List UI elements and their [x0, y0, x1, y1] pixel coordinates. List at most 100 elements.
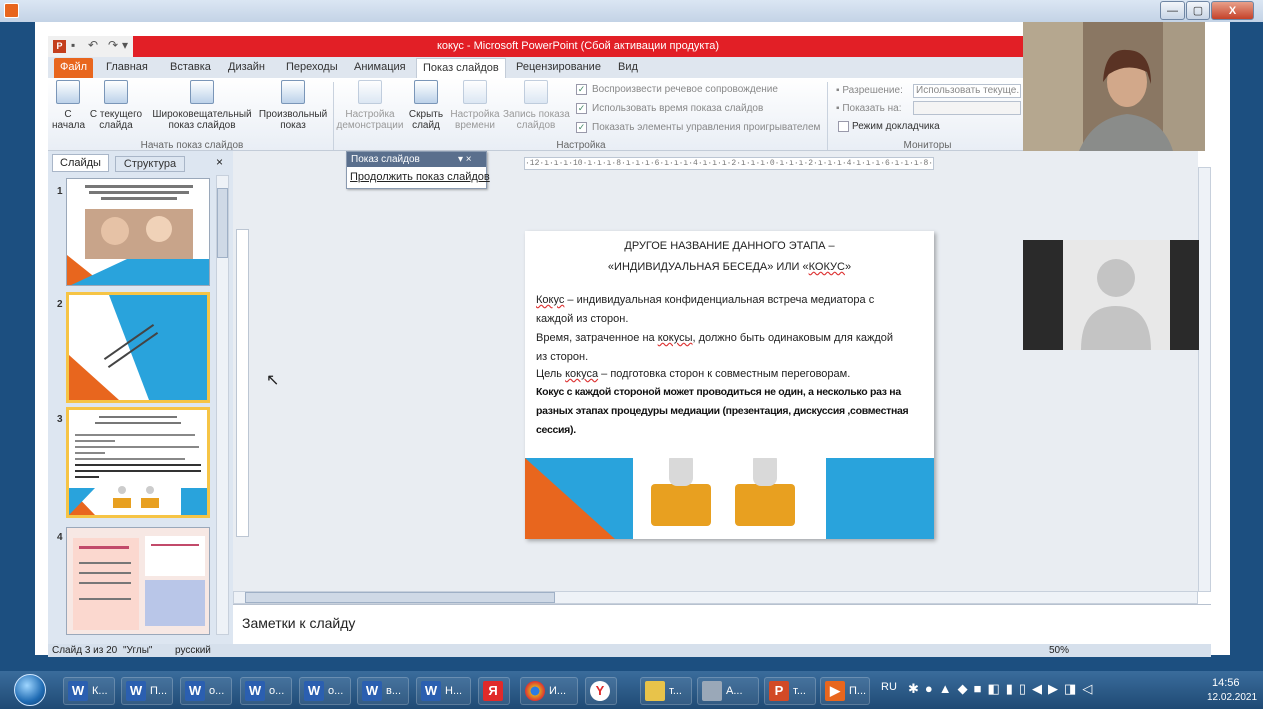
- panel-close-icon[interactable]: ×: [216, 155, 223, 169]
- tab-file[interactable]: Файл: [54, 58, 94, 78]
- tab-slides[interactable]: Слайды: [52, 154, 109, 172]
- taskbar-yandex[interactable]: Y: [585, 677, 617, 705]
- tab-slide-show[interactable]: Показ слайдов: [416, 58, 506, 78]
- tab-transitions[interactable]: Переходы: [280, 58, 344, 78]
- undo-icon[interactable]: ↶: [88, 38, 98, 52]
- redo-icon[interactable]: ↷: [108, 38, 118, 52]
- tab-outline[interactable]: Структура: [115, 156, 185, 172]
- webcam-presenter-video: [1023, 22, 1205, 151]
- input-language[interactable]: RU: [881, 681, 897, 693]
- clock-time[interactable]: 14:56: [1212, 677, 1240, 689]
- hide-slide-button[interactable]: Скрыть слайд: [406, 80, 446, 131]
- taskbar-yandex-browser[interactable]: Я: [478, 677, 510, 705]
- slide-bold-line2: разных этапах процедуры медиации (презен…: [536, 405, 909, 417]
- checkbox-checked-icon: ✓: [576, 84, 587, 95]
- taskbar-word-3[interactable]: Wо...: [180, 677, 232, 705]
- tab-home[interactable]: Главная: [100, 58, 154, 78]
- taskbar-label: Н...: [445, 685, 463, 697]
- tab-design[interactable]: Дизайн: [222, 58, 271, 78]
- slide-number: 1: [57, 186, 63, 197]
- taskbar-chrome[interactable]: И...: [520, 677, 578, 705]
- zoom-level[interactable]: 50%: [1049, 645, 1069, 656]
- taskbar-powerpoint[interactable]: Pт...: [764, 677, 816, 705]
- record-label: Запись показа слайдов: [503, 109, 570, 131]
- floating-panel-controls[interactable]: ▾ ×: [458, 152, 472, 167]
- resume-slideshow-link[interactable]: Продолжить показ слайдов: [350, 171, 490, 183]
- save-icon[interactable]: ▪: [71, 38, 75, 52]
- taskbar-explorer[interactable]: т...: [640, 677, 692, 705]
- status-theme[interactable]: "Углы": [123, 645, 152, 656]
- powerpoint-logo-icon: P: [53, 40, 66, 53]
- canvas-vertical-scrollbar[interactable]: [1198, 167, 1211, 592]
- taskbar-label: К...: [92, 685, 108, 697]
- taskbar-word-7[interactable]: W Н...: [416, 677, 471, 705]
- presenter-view-checkbox[interactable]: [838, 121, 849, 132]
- tab-animations[interactable]: Анимация: [348, 58, 412, 78]
- resolution-select[interactable]: Использовать текуще...: [913, 84, 1021, 98]
- p1-text: – индивидуальная конфиденциальная встреч…: [564, 294, 875, 306]
- from-beginning-button[interactable]: С начала: [52, 80, 85, 131]
- word-icon: W: [126, 681, 146, 701]
- panel-scrollbar-thumb[interactable]: [217, 188, 228, 258]
- word-icon: W: [68, 681, 88, 701]
- clock-date[interactable]: 12.02.2021: [1207, 692, 1257, 703]
- yandex-icon: Я: [483, 681, 503, 701]
- taskbar-word-1[interactable]: W К...: [63, 677, 115, 705]
- presenter-view-label: Режим докладчика: [852, 121, 940, 132]
- from-current-button[interactable]: С текущего слайда: [88, 80, 144, 131]
- taskbar-app-a[interactable]: А...: [697, 677, 759, 705]
- show-on-select[interactable]: [913, 101, 1021, 115]
- player-icon: ▶: [825, 681, 845, 701]
- custom-show-button[interactable]: Произвольный показ: [256, 80, 330, 131]
- thumbnail-3-art: [69, 416, 207, 515]
- vertical-ruler: [236, 229, 249, 537]
- show-media-controls-checkbox[interactable]: ✓ Показать элементы управления проигрыват…: [576, 122, 820, 133]
- taskbar-player[interactable]: ▶ П...: [820, 677, 870, 705]
- setup-show-label: Настройка демонстрации: [336, 109, 404, 131]
- taskbar-word-2[interactable]: W П...: [121, 677, 173, 705]
- notes-pane[interactable]: [233, 604, 1211, 644]
- thumbnail-2-art: [69, 295, 207, 400]
- play-narrations-checkbox[interactable]: ✓ Воспроизвести речевое сопровождение: [576, 84, 778, 95]
- tray-icons[interactable]: ✱●▲◆■◧▮▯◀▶◨◁: [908, 681, 1098, 697]
- taskbar-word-6[interactable]: Wв...: [357, 677, 409, 705]
- outer-maximize-button[interactable]: ▢: [1186, 1, 1210, 20]
- horizontal-scrollbar-thumb[interactable]: [245, 592, 555, 603]
- slide-para2-line2: из сторон.: [536, 351, 589, 363]
- tab-view[interactable]: Вид: [612, 58, 644, 78]
- slide-para1-line2: каждой из сторон.: [536, 313, 629, 325]
- hide-slide-icon: [414, 80, 438, 104]
- outer-close-button[interactable]: X: [1211, 1, 1254, 20]
- status-slide-counter: Слайд 3 из 20: [52, 645, 118, 656]
- slide-number: 4: [57, 532, 63, 543]
- slide-thumbnail-2[interactable]: [66, 292, 210, 403]
- status-bar: [48, 644, 1211, 657]
- thumbnail-4-art: [67, 528, 209, 634]
- taskbar-label: о...: [269, 685, 285, 697]
- slide-para1: Кокус – индивидуальная конфиденциальная …: [536, 294, 874, 306]
- broadcast-button[interactable]: Широковещательный показ слайдов: [148, 80, 256, 131]
- qat-dropdown-icon[interactable]: ▾: [122, 38, 128, 52]
- tab-review[interactable]: Рецензирование: [510, 58, 607, 78]
- taskbar-word-5[interactable]: Wо...: [299, 677, 351, 705]
- slide-thumbnail-4[interactable]: [66, 527, 210, 635]
- slide-title-line1: ДРУГОЕ НАЗВАНИЕ ДАННОГО ЭТАПА –: [624, 240, 835, 252]
- show-on-label-text: Показать на:: [842, 103, 902, 114]
- title2-word: КОКУС: [808, 261, 845, 273]
- word-icon: W: [421, 681, 441, 701]
- use-timings-checkbox[interactable]: ✓ Использовать время показа слайдов: [576, 103, 763, 114]
- timer-icon: [463, 80, 487, 104]
- outer-minimize-button[interactable]: —: [1160, 1, 1185, 20]
- setup-show-button[interactable]: Настройка демонстрации: [336, 80, 404, 131]
- rehearse-timings-button[interactable]: Настройка времени: [449, 80, 501, 131]
- horizontal-ruler: ·12·ı·ı·ı·10·ı·ı·ı·8·ı·ı·ı·6·ı·ı·ı·4·ı·ı…: [524, 157, 934, 170]
- group-label-monitors: Мониторы: [903, 140, 952, 151]
- status-language[interactable]: русский: [175, 645, 211, 656]
- start-button[interactable]: [14, 674, 46, 706]
- slide-thumbnail-1[interactable]: [66, 178, 210, 286]
- taskbar-label: П...: [849, 685, 867, 697]
- record-show-button[interactable]: Запись показа слайдов: [503, 80, 570, 131]
- taskbar-word-4[interactable]: Wо...: [240, 677, 292, 705]
- tab-insert[interactable]: Вставка: [164, 58, 217, 78]
- slide-thumbnail-3[interactable]: [66, 407, 210, 518]
